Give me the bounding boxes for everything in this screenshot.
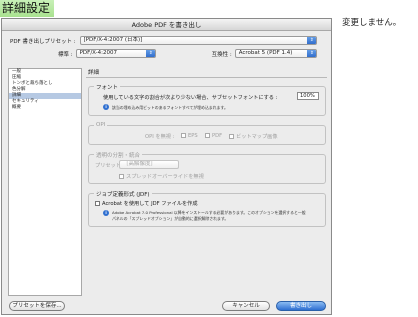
jdf-create-option[interactable]: Acrobat を使用して JDF ファイルを作成 — [95, 200, 198, 207]
preset-row: PDF 書き出しプリセット : [PDF/X-4:2007 (日本)] ⇕ — [10, 36, 317, 45]
jdf-create-label: Acrobat を使用して JDF ファイルを作成 — [102, 201, 198, 207]
flattener-preset-value: ［高解像度］ — [123, 161, 157, 167]
bitmap-checkbox[interactable] — [229, 134, 234, 139]
opi-pdf-option[interactable]: PDF — [205, 133, 222, 139]
jdf-create-checkbox[interactable] — [95, 201, 100, 206]
cancel-button[interactable]: キャンセル — [222, 301, 270, 311]
opi-group: OPI OPI を無視 : EPS PDF ビットマップ画像 — [88, 122, 326, 145]
subset-threshold-field[interactable]: 100% — [297, 92, 319, 100]
flattener-group-label: 透明の分割・統合 — [94, 151, 143, 159]
font-group: フォント 使用している文字の割合が次より少ない場合、サブセットフォントにする :… — [88, 83, 326, 116]
dialog-title: Adobe PDF を書き出し — [2, 19, 331, 31]
opi-eps-option[interactable]: EPS — [181, 133, 198, 139]
side-note: 変更しません。 — [342, 18, 402, 28]
opi-omit-label: OPI を無視 : — [145, 134, 175, 140]
export-pdf-dialog: Adobe PDF を書き出し PDF 書き出しプリセット : [PDF/X-4… — [1, 18, 332, 315]
export-button[interactable]: 書き出し — [276, 301, 326, 311]
page-heading: 詳細設定 — [0, 0, 55, 17]
bitmap-label: ビットマップ画像 — [236, 134, 278, 140]
preset-label: PDF 書き出しプリセット : — [10, 38, 76, 45]
jdf-group-label: ジョブ定義形式 (JDF) — [94, 190, 152, 198]
ignore-override-label: スプレッドオーバーライドを無視 — [126, 174, 204, 180]
font-note: 該当の埋め込み用ビットのあるフォントすべてが埋め込まれます。 — [112, 105, 228, 110]
pdf-checkbox[interactable] — [205, 133, 210, 138]
sidebar-item-summary[interactable]: 概要 — [9, 105, 81, 111]
font-group-label: フォント — [94, 83, 121, 91]
opi-group-label: OPI — [94, 122, 108, 128]
chevron-updown-icon: ⇕ — [306, 50, 316, 57]
pane-title: 詳細 — [88, 70, 100, 76]
eps-label: EPS — [188, 133, 198, 139]
flattener-preset-select[interactable]: ［高解像度］ — [119, 160, 179, 169]
info-icon: i — [103, 210, 109, 216]
standard-row: 標準 : PDF/X-4:2007 ⇕ 互換性 : Acrobat 5 (PDF… — [58, 49, 317, 58]
standard-select[interactable]: PDF/X-4:2007 ⇕ — [75, 49, 156, 58]
category-list: 一般 圧縮 トンボと裁ち落とし 色分解 詳細 セキュリティ 概要 — [8, 68, 82, 296]
opi-bitmap-option[interactable]: ビットマップ画像 — [229, 133, 278, 140]
compat-label: 互換性 : — [211, 51, 232, 58]
eps-checkbox[interactable] — [181, 133, 186, 138]
advanced-pane: 詳細 フォント 使用している文字の割合が次より少ない場合、サブセットフォントにす… — [86, 68, 327, 296]
standard-value: PDF/X-4:2007 — [79, 50, 118, 56]
jdf-note-line2: パネルの「スプレッドオプション」が自動的に選択解除されます。 — [112, 216, 229, 221]
preset-select[interactable]: [PDF/X-4:2007 (日本)] ⇕ — [79, 36, 317, 45]
save-preset-button[interactable]: プリセットを保存... — [9, 301, 65, 311]
flattener-group: 透明の分割・統合 プリセット : ［高解像度］ スプレッドオーバーライドを無視 — [88, 151, 326, 184]
ignore-override-checkbox[interactable] — [119, 174, 124, 179]
pdf-label: PDF — [212, 133, 223, 139]
subset-label: 使用している文字の割合が次より少ない場合、サブセットフォントにする : — [103, 95, 278, 101]
info-icon: i — [103, 104, 109, 110]
compat-select[interactable]: Acrobat 5 (PDF 1.4) ⇕ — [234, 49, 317, 58]
chevron-updown-icon: ⇕ — [306, 37, 316, 44]
chevron-updown-icon: ⇕ — [145, 50, 155, 57]
preset-value: [PDF/X-4:2007 (日本)] — [83, 37, 143, 43]
pane-divider — [86, 77, 327, 78]
ignore-override-option[interactable]: スプレッドオーバーライドを無視 — [119, 173, 204, 180]
compat-value: Acrobat 5 (PDF 1.4) — [238, 50, 293, 56]
standard-label: 標準 : — [58, 51, 73, 58]
jdf-group: ジョブ定義形式 (JDF) Acrobat を使用して JDF ファイルを作成 … — [88, 190, 326, 227]
